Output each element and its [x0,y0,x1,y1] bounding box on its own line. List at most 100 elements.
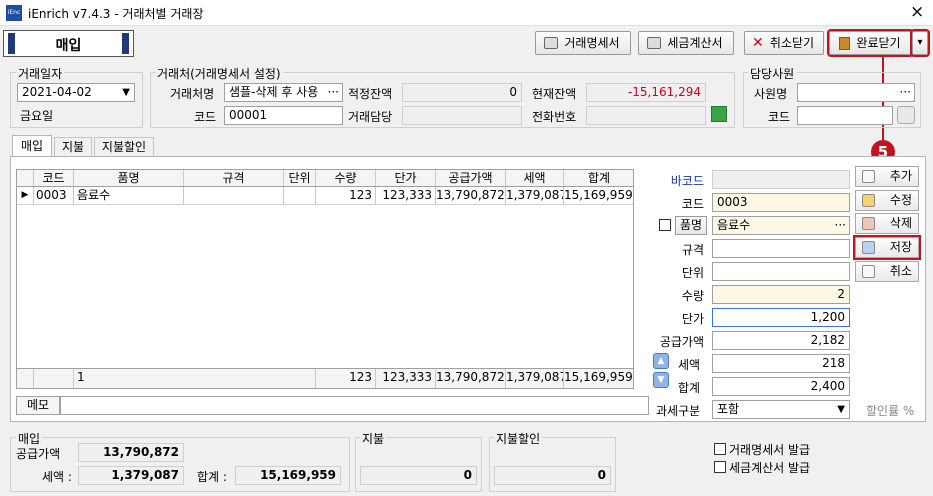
cancel-icon [862,265,875,278]
issue-tax-invoice-label: 세금계산서 발급 [729,461,811,475]
footer-price: 123,333 [376,369,436,388]
window-title: iEnrich v7.4.3 - 거래처별 거래장 [28,7,204,21]
issue-tax-invoice-checkbox[interactable] [714,461,726,473]
cell-price[interactable]: 123,333 [376,187,436,204]
add-icon [862,170,875,183]
issue-invoice-label: 거래명세서 발급 [729,443,811,457]
complete-close-dropdown[interactable]: ▾ [910,29,930,57]
tab-payment-discount[interactable]: 지불할인 [94,137,154,157]
taxtype-label: 과세구분 [656,404,701,418]
total-field[interactable]: 2,400 [712,377,850,396]
staff-code-field[interactable] [797,106,893,125]
detail-name-field[interactable]: 음료수 ··· [712,216,850,235]
date-field[interactable]: 2021-04-02 ▼ [17,83,135,102]
spec-field[interactable] [712,239,850,258]
footer-supply: 13,790,872 [436,369,506,388]
price-field[interactable]: 1,200 [712,308,850,327]
grid-header: 코드 품명 규격 단위 수량 단가 공급가액 세액 합계 [17,170,633,187]
detail-code-label: 코드 [681,197,704,211]
complete-close-button[interactable]: 완료닫기 [827,29,914,57]
customer-group-title: 거래처(거래명세서 설정) [155,65,283,82]
grid-icon[interactable] [711,106,727,122]
cancel-button[interactable]: 취소 [855,261,919,282]
summary-discount-value: 0 [494,466,611,485]
db-icon[interactable] [897,106,915,124]
unit-field[interactable] [712,262,850,281]
customer-code-field[interactable]: 00001 [224,106,343,125]
name-label-button[interactable]: 품명 [675,216,707,235]
items-grid[interactable]: 코드 품명 규격 단위 수량 단가 공급가액 세액 합계 ▶ 0003 음료수 … [16,169,634,389]
column-header[interactable]: 단가 [376,170,436,186]
current-balance-label: 현재잔액 [532,87,577,101]
tab-payment[interactable]: 지불 [54,137,92,157]
app-logo: iEnc [6,5,22,21]
tax-invoice-button[interactable]: 세금계산서 [638,31,734,55]
spec-label: 규격 [681,243,704,257]
pencil-icon [862,194,875,207]
printer-icon [544,37,558,49]
cancel-close-button[interactable]: ✕ 취소닫기 [744,31,824,55]
mode-label: 매입 [55,38,82,54]
customer-code-label: 코드 [194,110,217,124]
more-icon[interactable]: ··· [835,217,846,234]
proper-balance-label: 적정잔액 [348,87,393,101]
row-marker: ▶ [17,187,34,204]
more-icon[interactable]: ··· [328,84,339,101]
printer-icon [647,37,661,49]
memo-label-box: 메모 [16,396,60,415]
chevron-down-icon[interactable]: ▼ [122,84,130,101]
cell-supply[interactable]: 13,790,872 [436,187,506,204]
grid-footer: 1 123 123,333 13,790,872 1,379,087 15,16… [17,368,633,388]
table-row[interactable]: ▶ 0003 음료수 123 123,333 13,790,872 1,379,… [17,187,633,205]
column-header[interactable]: 수량 [316,170,376,186]
cell-tax[interactable]: 1,379,087 [506,187,564,204]
summary-discount-title: 지불할인 [494,430,543,447]
delete-button[interactable]: 삭제 [855,213,919,234]
name-checkbox[interactable] [659,219,671,231]
contact-label: 거래담당 [348,110,393,124]
customer-name-label: 거래처명 [170,87,215,101]
cell-code[interactable]: 0003 [34,187,74,204]
weekday-label: 금요일 [20,109,54,123]
chevron-down-icon[interactable]: ▼ [837,401,845,418]
footer-qty: 123 [316,369,376,388]
column-header[interactable]: 규격 [184,170,284,186]
arrow-up-icon[interactable]: ▲ [653,353,669,369]
column-header[interactable]: 합계 [564,170,634,186]
save-button[interactable]: 저장 [853,235,921,260]
taxtype-select[interactable]: 포함 ▼ [712,400,850,419]
cell-unit[interactable] [284,187,316,204]
staff-group-title: 담당사원 [748,65,797,82]
phone-label: 전화번호 [532,110,577,124]
tax-field[interactable]: 218 [712,354,850,373]
close-icon[interactable]: × [910,2,924,22]
cell-total[interactable]: 15,169,959 [564,187,634,204]
column-header[interactable]: 코드 [34,170,74,186]
cell-name[interactable]: 음료수 [74,187,184,204]
qty-label: 수량 [681,289,704,303]
summary-total-value: 15,169,959 [235,466,341,485]
issue-invoice-checkbox[interactable] [714,443,726,455]
edit-button[interactable]: 수정 [855,190,919,211]
memo-field[interactable] [60,396,649,415]
invoice-button[interactable]: 거래명세서 [535,31,631,55]
supply-field[interactable]: 2,182 [712,331,850,350]
summary-tax-label: 세액 : [42,470,72,484]
customer-name-field[interactable]: 샘플-삭제 후 사용 ··· [224,83,343,102]
header-marker [17,170,34,186]
cell-qty[interactable]: 123 [316,187,376,204]
column-header[interactable]: 세액 [506,170,564,186]
arrow-down-icon[interactable]: ▼ [653,372,669,388]
chevron-down-icon: ▾ [917,37,923,48]
column-header[interactable]: 공급가액 [436,170,506,186]
column-header[interactable]: 단위 [284,170,316,186]
title-bar: iEnc iEnrich v7.4.3 - 거래처별 거래장 × [0,0,933,26]
detail-code-field[interactable]: 0003 [712,193,850,212]
cell-spec[interactable] [184,187,284,204]
tab-purchase[interactable]: 매입 [12,135,52,157]
qty-field[interactable]: 2 [712,285,850,304]
add-button[interactable]: 추가 [855,166,919,187]
staff-name-field[interactable]: ··· [797,83,915,102]
more-icon[interactable]: ··· [900,84,911,101]
column-header[interactable]: 품명 [74,170,184,186]
